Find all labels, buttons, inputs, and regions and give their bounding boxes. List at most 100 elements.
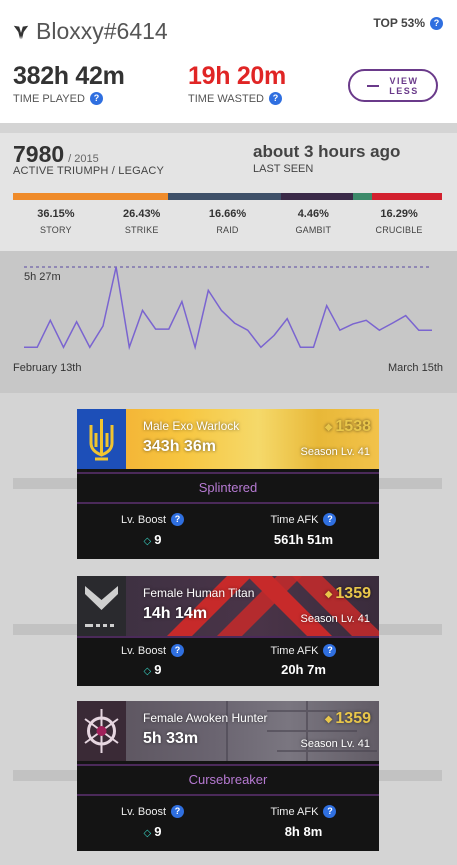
activity-point[interactable] bbox=[154, 327, 158, 331]
activity-point[interactable] bbox=[206, 288, 210, 292]
activity-point[interactable] bbox=[364, 318, 368, 322]
activity-point[interactable] bbox=[338, 328, 342, 332]
character-time: 5h 33m bbox=[143, 730, 199, 747]
view-less-button[interactable]: VIEW LESS bbox=[348, 69, 438, 102]
activity-point[interactable] bbox=[272, 333, 276, 337]
activity-point[interactable] bbox=[377, 328, 381, 332]
time-afk-stat: Time AFK? 8h 8m bbox=[228, 796, 379, 851]
triumph-label: ACTIVE TRIUMPH / LEGACY bbox=[13, 165, 165, 177]
time-played-stat: 382h 42m TIME PLAYED ? bbox=[13, 62, 125, 105]
character-stats: Lv. Boost? ◇ 9 Time AFK? 561h 51m bbox=[77, 502, 379, 559]
activity-point[interactable] bbox=[75, 320, 79, 324]
activity-point[interactable] bbox=[246, 328, 250, 332]
activity-point[interactable] bbox=[88, 345, 92, 349]
activity-point[interactable] bbox=[233, 321, 237, 325]
activity-point[interactable] bbox=[35, 345, 39, 349]
character-stats: Lv. Boost? ◇ 9 Time AFK? 20h 7m bbox=[77, 636, 379, 686]
time-played-label: TIME PLAYED ? bbox=[13, 92, 125, 105]
activity-point[interactable] bbox=[391, 321, 395, 325]
time-afk-value: 20h 7m bbox=[281, 662, 326, 677]
player-name-row: Bloxxy#6414 bbox=[12, 18, 168, 45]
activity-point[interactable] bbox=[114, 265, 118, 269]
time-wasted-stat: 19h 20m TIME WASTED ? bbox=[188, 62, 286, 105]
help-icon[interactable]: ? bbox=[89, 92, 103, 105]
character-name: Female Awoken Hunter bbox=[143, 711, 268, 725]
character-title: Splintered bbox=[77, 472, 379, 500]
activity-point[interactable] bbox=[22, 345, 26, 349]
level-boost-label-text: Lv. Boost bbox=[120, 513, 167, 526]
breakdown-item-strike: 26.43% STRIKE bbox=[99, 208, 185, 235]
activity-point[interactable] bbox=[140, 308, 144, 312]
power-icon: ◆ bbox=[324, 588, 333, 600]
help-icon[interactable]: ? bbox=[323, 644, 337, 657]
activity-point[interactable] bbox=[430, 328, 434, 332]
rank-label: TOP 53% bbox=[373, 16, 425, 30]
activity-point[interactable] bbox=[193, 345, 197, 349]
activity-point[interactable] bbox=[48, 318, 52, 322]
activity-point[interactable] bbox=[285, 317, 289, 321]
character-card-titan[interactable]: Female Human Titan 14h 14m ◆ 1359 Season… bbox=[77, 576, 379, 686]
character-season-level: Season Lv. 41 bbox=[300, 738, 370, 750]
level-boost-value: ◇ 9 bbox=[77, 824, 228, 839]
level-boost-number: 9 bbox=[154, 824, 162, 839]
help-icon[interactable]: ? bbox=[323, 513, 337, 526]
help-icon[interactable]: ? bbox=[171, 513, 185, 526]
time-afk-value: 8h 8m bbox=[284, 824, 323, 839]
level-boost-label-text: Lv. Boost bbox=[120, 805, 167, 818]
activity-point[interactable] bbox=[351, 322, 355, 326]
character-light: ◆ 1538 bbox=[325, 418, 371, 436]
help-icon[interactable]: ? bbox=[268, 92, 282, 105]
activity-point[interactable] bbox=[101, 324, 105, 328]
diamond-icon: ◇ bbox=[143, 666, 152, 677]
time-played-label-text: TIME PLAYED bbox=[13, 92, 85, 105]
activity-point[interactable] bbox=[167, 327, 171, 331]
activity-breakdown-bar bbox=[13, 193, 442, 200]
activity-point[interactable] bbox=[219, 308, 223, 312]
last-seen: about 3 hours ago LAST SEEN bbox=[253, 142, 400, 175]
activity-point[interactable] bbox=[180, 300, 184, 304]
time-afk-label-text: Time AFK bbox=[270, 805, 319, 818]
activity-point[interactable] bbox=[298, 345, 302, 349]
diamond-icon: ◇ bbox=[143, 828, 152, 839]
diamond-icon: ◇ bbox=[143, 536, 152, 547]
destiny-logo-icon bbox=[13, 25, 29, 39]
breakdown-item-gambit: 4.46% GAMBIT bbox=[270, 208, 356, 235]
breakdown-name: RAID bbox=[216, 225, 239, 235]
activity-point[interactable] bbox=[61, 345, 65, 349]
view-less-line2: LESS bbox=[389, 85, 419, 96]
level-boost-stat: Lv. Boost? ◇ 9 bbox=[77, 796, 228, 851]
level-boost-stat: Lv. Boost? ◇ 9 bbox=[77, 504, 228, 559]
activity-point[interactable] bbox=[325, 304, 329, 308]
triumph-score-max: / 2015 bbox=[68, 153, 99, 165]
character-time: 14h 14m bbox=[143, 605, 208, 622]
activity-point[interactable] bbox=[312, 345, 316, 349]
level-boost-number: 9 bbox=[154, 532, 162, 547]
activity-series-line bbox=[24, 266, 432, 351]
breakdown-segment-story bbox=[13, 193, 169, 200]
help-icon[interactable]: ? bbox=[171, 805, 185, 818]
activity-point[interactable] bbox=[259, 345, 263, 349]
character-name: Male Exo Warlock bbox=[143, 419, 240, 433]
activity-point[interactable] bbox=[404, 314, 408, 318]
character-card-hunter[interactable]: Female Awoken Hunter 5h 33m ◆ 1359 Seaso… bbox=[77, 701, 379, 851]
help-icon[interactable]: ? bbox=[430, 16, 443, 30]
activity-point[interactable] bbox=[417, 328, 421, 332]
character-banner: Male Exo Warlock 343h 36m ◆ 1538 Season … bbox=[77, 409, 379, 469]
thorn-emblem-icon bbox=[77, 701, 126, 761]
time-afk-label: Time AFK? bbox=[228, 513, 379, 526]
triumph-score: 7980 / 2015 bbox=[13, 141, 99, 168]
breakdown-name: STORY bbox=[40, 225, 72, 235]
activity-point[interactable] bbox=[127, 345, 131, 349]
breakdown-name: GAMBIT bbox=[295, 225, 332, 235]
breakdown-percent: 16.29% bbox=[380, 208, 418, 220]
breakdown-item-story: 36.15% STORY bbox=[13, 208, 99, 235]
character-light-value: 1359 bbox=[335, 585, 371, 602]
breakdown-segment-crucible bbox=[372, 193, 442, 200]
time-afk-label-text: Time AFK bbox=[270, 513, 319, 526]
help-icon[interactable]: ? bbox=[323, 805, 337, 818]
chart-max-label: 5h 27m bbox=[24, 271, 61, 283]
character-title: Cursebreaker bbox=[77, 764, 379, 792]
time-wasted-value: 19h 20m bbox=[188, 62, 286, 90]
help-icon[interactable]: ? bbox=[171, 644, 185, 657]
character-card-warlock[interactable]: Male Exo Warlock 343h 36m ◆ 1538 Season … bbox=[77, 409, 379, 559]
